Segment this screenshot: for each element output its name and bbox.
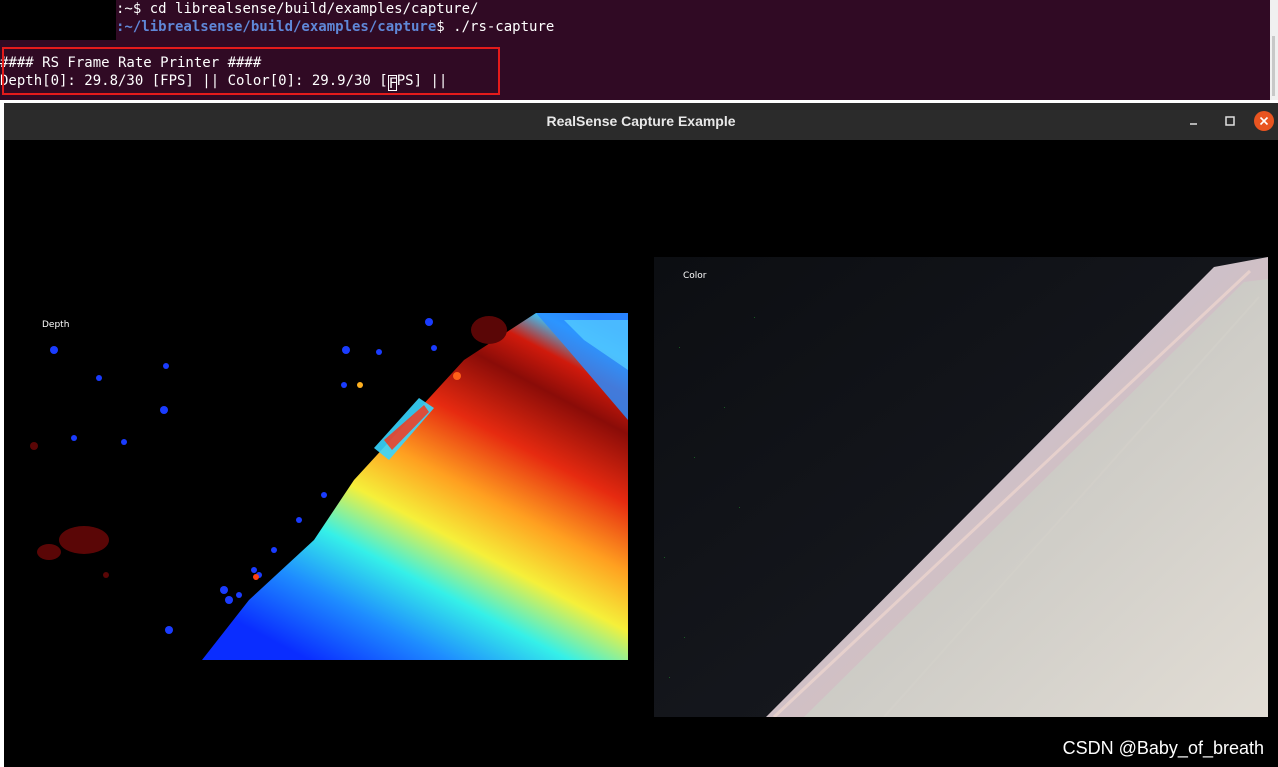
window-titlebar[interactable]: RealSense Capture Example: [4, 103, 1278, 141]
color-stream-image: [654, 257, 1268, 717]
terminal[interactable]: :~$ cd librealsense/build/examples/captu…: [0, 0, 1270, 100]
minimize-button[interactable]: [1184, 111, 1204, 131]
window-content: Depth Color CSDN @Baby_of_breath: [4, 140, 1278, 767]
minimize-icon: [1190, 123, 1197, 125]
highlight-box: [2, 47, 500, 95]
command-text: cd librealsense/build/examples/capture/: [141, 1, 479, 17]
terminal-command-line-1: :~$ cd librealsense/build/examples/captu…: [0, 1, 478, 17]
depth-label: Depth: [42, 320, 70, 330]
close-button[interactable]: [1254, 111, 1274, 131]
terminal-scrollbar[interactable]: [1270, 0, 1278, 100]
depth-stream-image: [30, 313, 628, 660]
prompt-path: :~/librealsense/build/examples/capture: [116, 19, 437, 35]
terminal-command-line-2: :~/librealsense/build/examples/capture$ …: [0, 19, 554, 35]
prompt: :~$: [116, 1, 142, 17]
command-text: ./rs-capture: [444, 19, 555, 35]
maximize-icon: [1225, 116, 1235, 126]
capture-window: RealSense Capture Example Depth Color CS…: [4, 103, 1278, 767]
color-label: Color: [683, 271, 707, 281]
scrollbar-thumb[interactable]: [1272, 36, 1275, 96]
close-icon: [1259, 116, 1269, 126]
window-title: RealSense Capture Example: [546, 113, 736, 129]
prompt-symbol: $: [436, 19, 445, 35]
watermark: CSDN @Baby_of_breath: [1062, 738, 1264, 758]
maximize-button[interactable]: [1220, 111, 1240, 131]
